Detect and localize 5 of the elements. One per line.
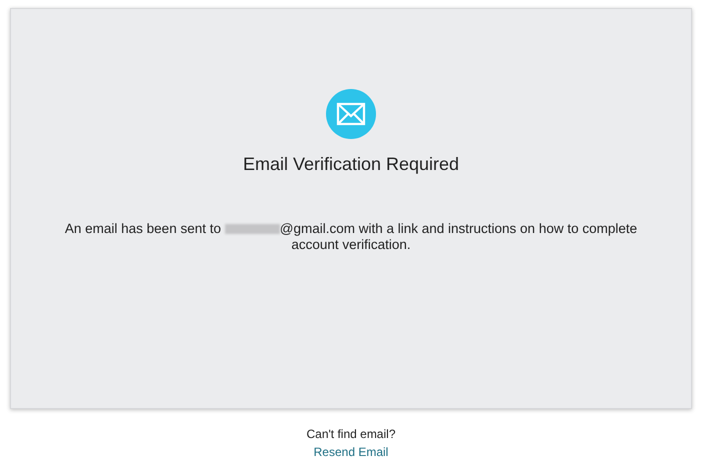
footer-question: Can't find email? — [306, 426, 396, 443]
envelope-icon — [326, 89, 376, 139]
resend-email-link[interactable]: Resend Email — [314, 443, 388, 461]
card-title: Email Verification Required — [242, 153, 460, 176]
message-text: An email has been sent to @gmail.com with a link and instructions on how to complete account verification. — [64, 221, 638, 253]
